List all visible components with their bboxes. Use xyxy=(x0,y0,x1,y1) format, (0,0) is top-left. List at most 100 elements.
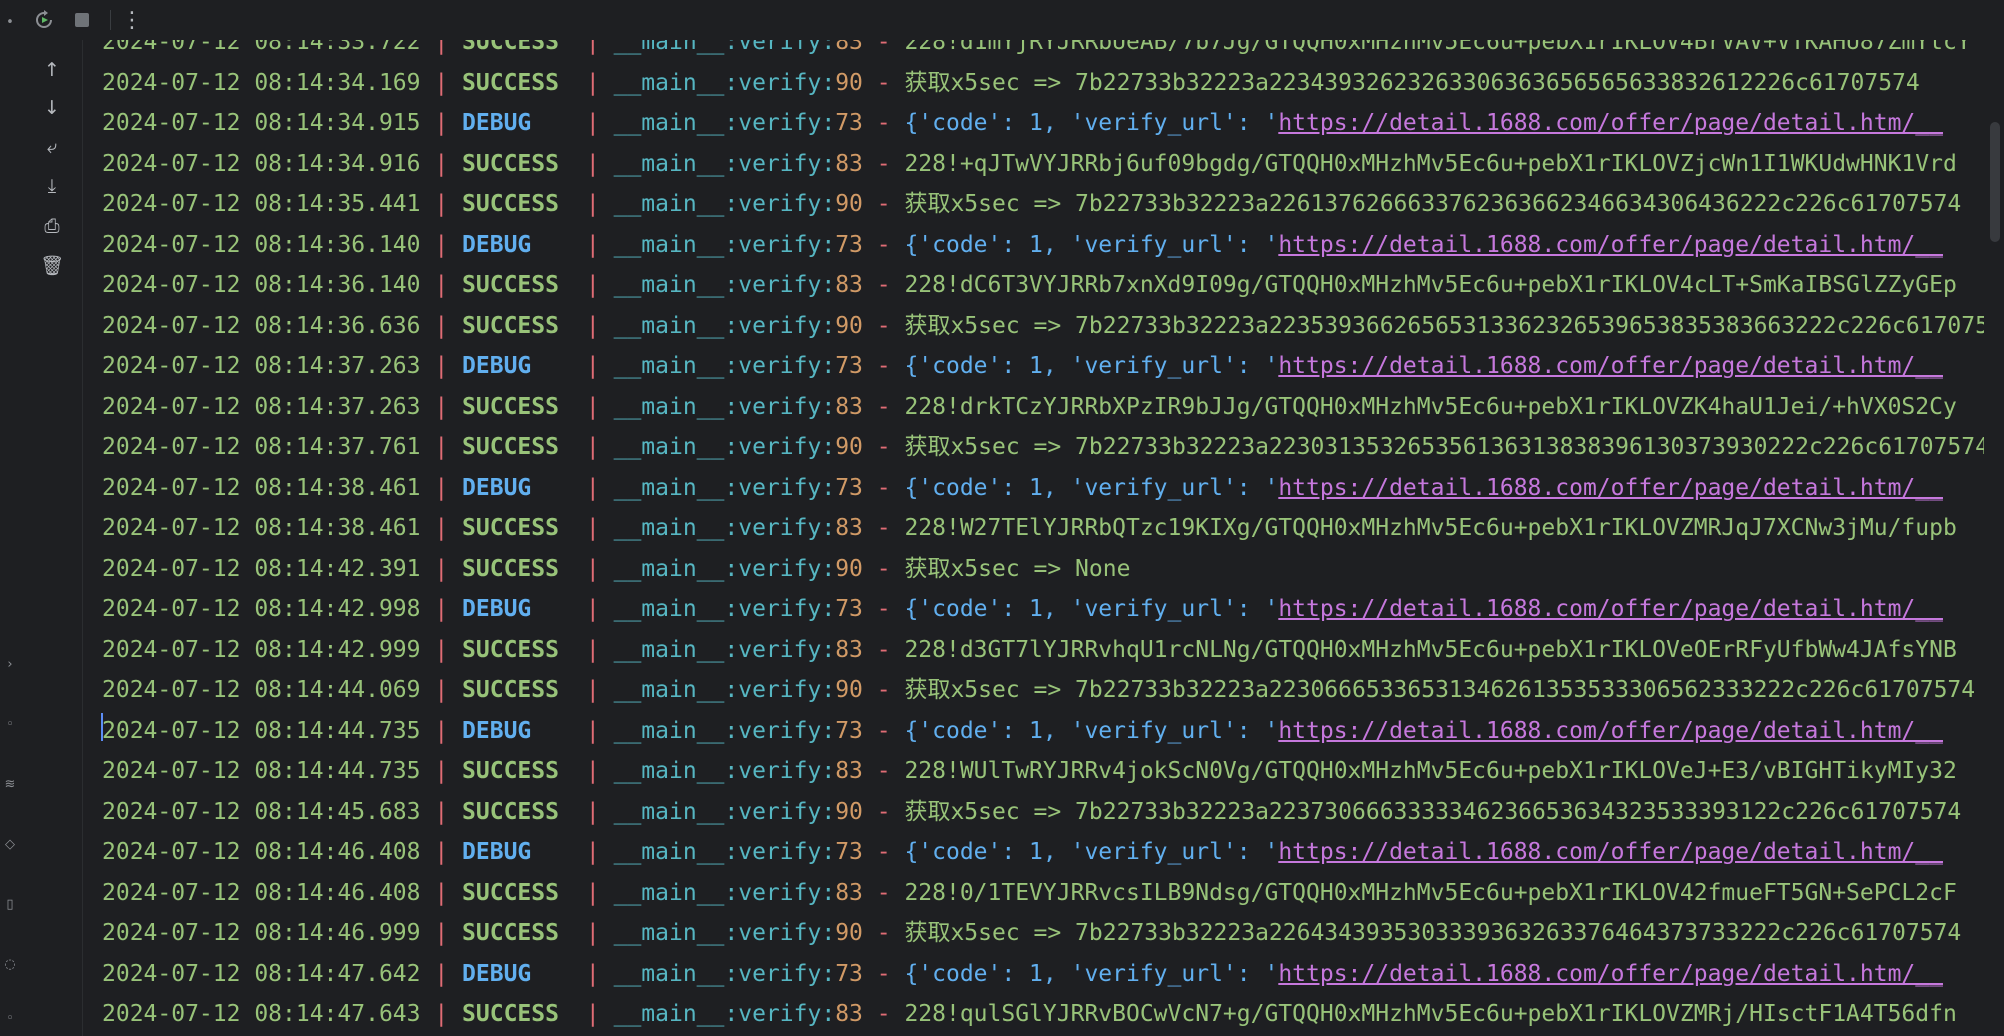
verify-url-link[interactable]: https://detail.1688.com/offer/page/detai… xyxy=(1278,475,1943,501)
more-options-button[interactable]: ⋮ xyxy=(118,6,146,34)
log-message: 获取x5sec => 7b22733b32223a226137626663376… xyxy=(904,191,1962,217)
verify-url-link[interactable]: https://detail.1688.com/offer/page/detai… xyxy=(1278,596,1943,622)
log-separator: | xyxy=(420,677,463,703)
log-line: 2024-07-12 08:14:46.999 | SUCCESS | __ma… xyxy=(102,913,1984,954)
log-line-number: 90 xyxy=(835,312,863,339)
tool-window-icon[interactable]: › xyxy=(3,658,17,672)
log-separator: | xyxy=(420,353,463,379)
log-message: 228!drkTCzYJRRbXPzIR9bJJg/GTQQH0xMHzhMv5… xyxy=(904,393,1957,420)
log-colon: : xyxy=(821,839,836,865)
log-separator: | xyxy=(572,150,614,177)
log-timestamp: 2024-07-12 08:14:36.636 xyxy=(102,312,421,339)
log-function: verify xyxy=(738,434,822,460)
log-colon: : xyxy=(724,40,739,55)
log-dash: - xyxy=(862,150,905,177)
log-timestamp: 2024-07-12 08:14:37.263 xyxy=(102,393,421,420)
log-line-number: 73 xyxy=(835,231,863,258)
scroll-to-end-button[interactable]: ⤓ xyxy=(38,172,66,200)
verify-url-link[interactable]: https://detail.1688.com/offer/page/detai… xyxy=(1278,961,1943,987)
log-dash: - xyxy=(862,515,905,541)
print-button[interactable]: ⎙ xyxy=(38,212,66,240)
log-timestamp: 2024-07-12 08:14:38.461 xyxy=(102,515,421,541)
log-colon: : xyxy=(724,758,739,784)
log-separator: | xyxy=(572,920,614,946)
log-timestamp: 2024-07-12 08:14:34.916 xyxy=(102,150,421,177)
trash-button[interactable]: 🗑 xyxy=(38,252,66,280)
log-colon: : xyxy=(821,272,836,298)
log-colon: : xyxy=(821,758,836,784)
log-colon: : xyxy=(821,636,836,663)
log-line: 2024-07-12 08:14:45.683 | SUCCESS | __ma… xyxy=(102,792,1984,833)
log-line: 2024-07-12 08:14:34.169 | SUCCESS | __ma… xyxy=(102,63,1984,104)
tool-window-icon[interactable]: ≋ xyxy=(3,778,17,792)
log-module: __main__ xyxy=(613,839,725,865)
rerun-button[interactable] xyxy=(30,6,58,34)
log-dash: - xyxy=(862,393,905,420)
vertical-scrollbar[interactable] xyxy=(1984,40,2004,1036)
stop-icon xyxy=(75,13,89,27)
log-colon: : xyxy=(821,110,836,136)
log-colon: : xyxy=(821,879,836,906)
scroll-down-button[interactable]: ↓ xyxy=(38,94,66,122)
log-timestamp: 2024-07-12 08:14:47.643 xyxy=(102,1001,421,1027)
log-line-number: 83 xyxy=(835,150,863,177)
log-separator: | xyxy=(572,272,614,298)
log-colon: : xyxy=(724,596,739,622)
log-module: __main__ xyxy=(613,879,725,906)
log-separator: | xyxy=(420,717,463,744)
verify-url-link[interactable]: https://detail.1688.com/offer/page/detai… xyxy=(1278,232,1943,258)
log-dash: - xyxy=(862,110,905,136)
log-dash: - xyxy=(862,231,905,258)
log-colon: : xyxy=(724,717,739,744)
log-colon: : xyxy=(724,879,739,906)
log-module: __main__ xyxy=(613,798,725,825)
log-colon: : xyxy=(724,434,739,460)
trash-icon: 🗑 xyxy=(39,254,65,277)
log-line-number: 83 xyxy=(835,1001,863,1027)
scroll-down-icon: ↓ xyxy=(44,96,60,119)
soft-wrap-button[interactable]: ⤶ xyxy=(38,133,66,161)
verify-url-link[interactable]: https://detail.1688.com/offer/page/detai… xyxy=(1278,718,1943,744)
log-function: verify xyxy=(738,312,822,339)
log-separator: | xyxy=(420,150,463,177)
log-colon: : xyxy=(724,393,739,420)
stop-button[interactable] xyxy=(68,6,96,34)
log-dash: - xyxy=(862,40,905,55)
verify-url-link[interactable]: https://detail.1688.com/offer/page/detai… xyxy=(1278,839,1943,865)
log-level: DEBUG xyxy=(462,960,532,987)
log-timestamp: 2024-07-12 08:14:44.069 xyxy=(102,677,421,703)
tool-window-icon[interactable]: ◇ xyxy=(3,838,17,852)
log-dash: - xyxy=(862,434,905,460)
tool-window-icon[interactable]: ◦ xyxy=(3,1012,17,1026)
log-timestamp: 2024-07-12 08:14:33.722 xyxy=(102,40,421,55)
log-timestamp: 2024-07-12 08:14:42.999 xyxy=(102,636,421,663)
log-message: 获取x5sec => 7b22733b32223a223439326232633… xyxy=(904,69,1920,96)
log-function: verify xyxy=(738,474,822,501)
log-colon: : xyxy=(724,1001,739,1027)
log-colon: : xyxy=(821,555,836,582)
scroll-up-button[interactable]: ↑ xyxy=(38,56,66,84)
log-line: 2024-07-12 08:14:44.069 | SUCCESS | __ma… xyxy=(102,670,1984,711)
console-output[interactable]: 2024-07-12 08:14:33.722 | SUCCESS | __ma… xyxy=(83,40,1984,1036)
verify-url-link[interactable]: https://detail.1688.com/offer/page/detai… xyxy=(1278,353,1943,379)
log-level: DEBUG xyxy=(462,474,532,501)
log-timestamp: 2024-07-12 08:14:46.408 xyxy=(102,839,421,865)
log-separator: | xyxy=(572,717,614,744)
log-line: 2024-07-12 08:14:46.408 | DEBUG | __main… xyxy=(102,832,1984,873)
toolbar-divider xyxy=(110,10,111,30)
log-line: 2024-07-12 08:14:34.916 | SUCCESS | __ma… xyxy=(102,144,1984,185)
log-line: 2024-07-12 08:14:36.140 | DEBUG | __main… xyxy=(102,225,1984,266)
log-timestamp: 2024-07-12 08:14:42.998 xyxy=(102,596,421,622)
log-module: __main__ xyxy=(613,434,725,460)
tool-window-icon[interactable]: ▯ xyxy=(3,898,17,912)
scrollbar-thumb[interactable] xyxy=(1990,122,2000,242)
log-function: verify xyxy=(738,677,822,703)
log-level: SUCCESS xyxy=(462,758,559,784)
tool-window-icon[interactable]: ◌ xyxy=(3,958,17,972)
log-module: __main__ xyxy=(613,272,725,298)
log-colon: : xyxy=(724,150,739,177)
verify-url-link[interactable]: https://detail.1688.com/offer/page/detai… xyxy=(1278,110,1943,136)
log-module: __main__ xyxy=(613,555,725,582)
tool-window-icon[interactable]: ◦ xyxy=(3,718,17,732)
log-module: __main__ xyxy=(613,758,725,784)
